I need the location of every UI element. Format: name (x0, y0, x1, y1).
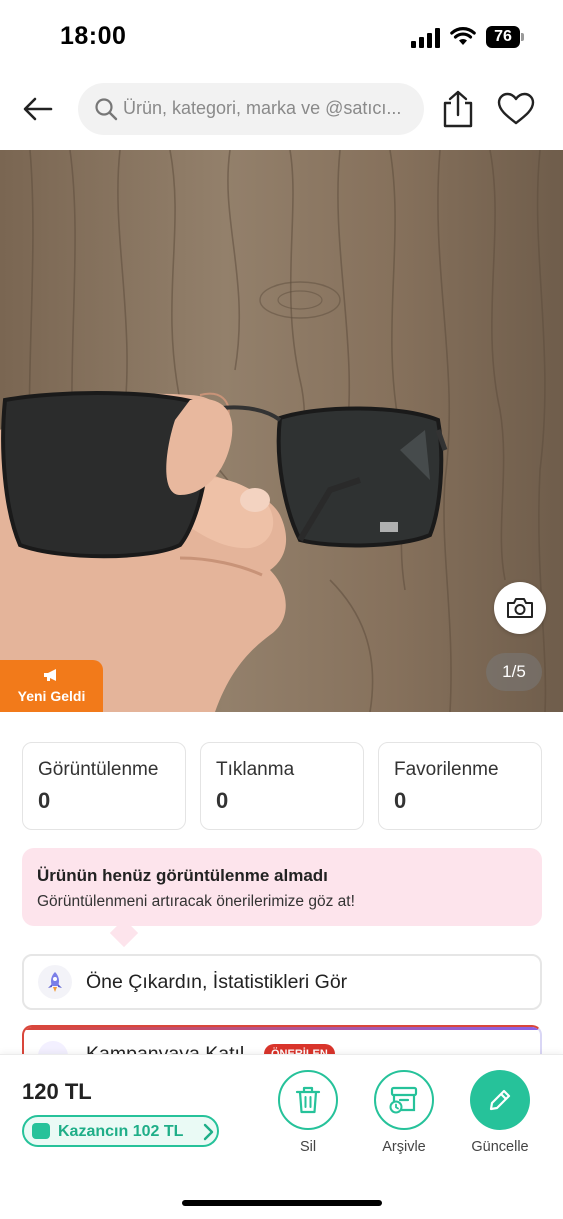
price: 120 TL (22, 1079, 92, 1104)
bottom-action-bar: 120 TL Kazancın 102 TL Sil Arşivle Günce… (0, 1054, 563, 1219)
camera-button[interactable] (494, 582, 546, 634)
header: Ürün, kategori, marka ve @satıcı... (0, 80, 563, 138)
featured-stats-label: Öne Çıkardın, İstatistikleri Gör (86, 971, 348, 993)
wallet-icon (32, 1123, 50, 1139)
stat-views-card: Görüntülenme 0 (22, 742, 186, 830)
heart-icon[interactable] (497, 92, 535, 126)
back-button[interactable] (18, 92, 58, 126)
pencil-icon (489, 1089, 511, 1111)
earnings-pill[interactable]: Kazancın 102 TL (22, 1115, 219, 1147)
battery-level: 76 (486, 26, 520, 48)
search-icon (95, 98, 118, 121)
trash-icon (295, 1086, 321, 1114)
wifi-icon (450, 27, 476, 45)
delete-label: Sil (299, 1139, 317, 1155)
archive-icon (389, 1086, 418, 1114)
stat-views-value: 0 (38, 788, 51, 813)
sunglasses-photo (0, 150, 563, 712)
home-indicator[interactable] (182, 1200, 382, 1206)
stat-clicks-value: 0 (216, 788, 229, 813)
camera-icon (507, 598, 533, 618)
signal-icon (411, 28, 440, 48)
earnings-label: Kazancın 102 TL (58, 1123, 184, 1140)
search-placeholder: Ürün, kategori, marka ve @satıcı... (123, 98, 402, 118)
new-arrival-label: Yeni Geldi (17, 688, 86, 704)
search-input[interactable]: Ürün, kategori, marka ve @satıcı... (78, 83, 424, 135)
featured-stats-row[interactable]: Öne Çıkardın, İstatistikleri Gör (22, 954, 542, 1010)
stat-clicks-card: Tıklanma 0 (200, 742, 364, 830)
notice-text: Görüntülenmeni artıracak önerilerimize g… (37, 893, 355, 910)
update-button[interactable] (470, 1070, 530, 1130)
megaphone-icon (44, 669, 56, 681)
stat-favorites-value: 0 (394, 788, 407, 813)
archive-button[interactable] (374, 1070, 434, 1130)
status-bar: 18:00 76 (0, 0, 563, 70)
stat-favorites-card: Favorilenme 0 (378, 742, 542, 830)
stat-clicks-label: Tıklanma (216, 759, 295, 780)
delete-button[interactable] (278, 1070, 338, 1130)
arrow-left-icon (23, 97, 53, 121)
status-time: 18:00 (60, 22, 127, 50)
archive-label: Arşivle (382, 1139, 426, 1155)
rocket-icon (38, 965, 72, 999)
battery-icon: 76 (486, 26, 524, 48)
new-arrival-badge: Yeni Geldi (0, 660, 103, 712)
stat-views-label: Görüntülenme (38, 759, 159, 780)
chevron-right-icon (203, 1123, 214, 1141)
notice-title: Ürünün henüz görüntülenme almadı (37, 866, 328, 885)
product-image[interactable]: 1/5 Yeni Geldi (0, 150, 563, 712)
share-icon[interactable] (440, 90, 476, 128)
image-counter: 1/5 (486, 653, 542, 691)
no-views-notice: Ürünün henüz görüntülenme almadı Görüntü… (22, 848, 542, 948)
update-label: Güncelle (471, 1139, 529, 1155)
stat-favorites-label: Favorilenme (394, 759, 499, 780)
